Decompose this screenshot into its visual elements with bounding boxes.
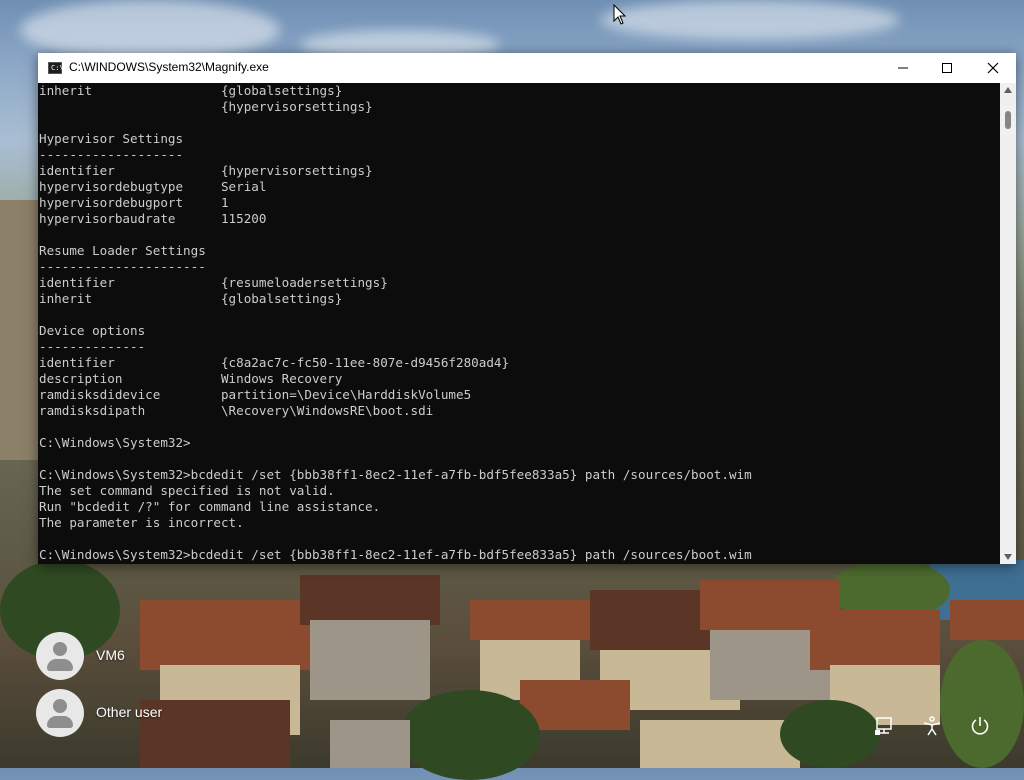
scroll-thumb[interactable] xyxy=(1005,111,1011,129)
mouse-cursor-icon xyxy=(613,4,627,25)
console-line: C:\Windows\System32> xyxy=(39,435,191,450)
console-icon: C:\ xyxy=(48,62,64,74)
console-output[interactable]: inherit {globalsettings} {hypervisorsett… xyxy=(39,83,999,564)
close-button[interactable] xyxy=(970,53,1016,83)
console-line: Device options xyxy=(39,323,146,338)
console-window[interactable]: C:\ C:\WINDOWS\System32\Magnify.exe inhe… xyxy=(38,53,1016,564)
maximize-icon xyxy=(942,63,952,73)
user-name: Other user xyxy=(96,704,163,720)
console-line: identifier {resumeloadersettings} xyxy=(39,275,388,290)
avatar xyxy=(36,689,84,737)
console-line: Hypervisor Settings xyxy=(39,131,184,146)
accessibility-icon[interactable] xyxy=(921,715,943,737)
title-bar[interactable]: C:\ C:\WINDOWS\System32\Magnify.exe xyxy=(38,53,1016,83)
scroll-down-icon[interactable] xyxy=(1004,554,1012,560)
console-line: The set command specified is not valid. xyxy=(39,483,335,498)
avatar xyxy=(36,632,84,680)
console-line: -------------- xyxy=(39,339,146,354)
maximize-button[interactable] xyxy=(924,53,970,83)
console-line: ramdisksdidevice partition=\Device\Hardd… xyxy=(39,387,472,402)
console-line: Run "bcdedit /?" for command line assist… xyxy=(39,499,381,514)
console-line: {hypervisorsettings} xyxy=(39,99,373,114)
console-line: description Windows Recovery xyxy=(39,371,343,386)
user-tile-vm6[interactable]: VM6 xyxy=(36,632,236,680)
user-name: VM6 xyxy=(96,647,125,663)
console-line: Resume Loader Settings xyxy=(39,243,206,258)
console-line: identifier {c8a2ac7c-fc50-11ee-807e-d945… xyxy=(39,355,510,370)
network-icon[interactable] xyxy=(873,715,895,737)
power-icon[interactable] xyxy=(969,715,991,737)
console-line: ---------------------- xyxy=(39,259,206,274)
console-line: C:\Windows\System32>bcdedit /set {bbb38f… xyxy=(39,467,752,482)
vertical-scrollbar[interactable] xyxy=(1000,83,1016,564)
close-icon xyxy=(987,62,999,74)
window-title: C:\WINDOWS\System32\Magnify.exe xyxy=(69,60,269,74)
minimize-button[interactable] xyxy=(880,53,926,83)
scroll-up-icon[interactable] xyxy=(1004,87,1012,93)
console-line: hypervisordebugport 1 xyxy=(39,195,229,210)
console-line: hypervisorbaudrate 115200 xyxy=(39,211,267,226)
console-line: The parameter is incorrect. xyxy=(39,515,244,530)
console-line: hypervisordebugtype Serial xyxy=(39,179,267,194)
minimize-icon xyxy=(898,67,908,69)
console-line: identifier {hypervisorsettings} xyxy=(39,163,373,178)
console-line: C:\Windows\System32>bcdedit /set {bbb38f… xyxy=(39,547,752,562)
console-line: ------------------- xyxy=(39,147,184,162)
console-line: inherit {globalsettings} xyxy=(39,291,343,306)
user-tile-other-user[interactable]: Other user xyxy=(36,689,236,737)
console-line: ramdisksdipath \Recovery\WindowsRE\boot.… xyxy=(39,403,434,418)
console-line: inherit {globalsettings} xyxy=(39,83,343,98)
